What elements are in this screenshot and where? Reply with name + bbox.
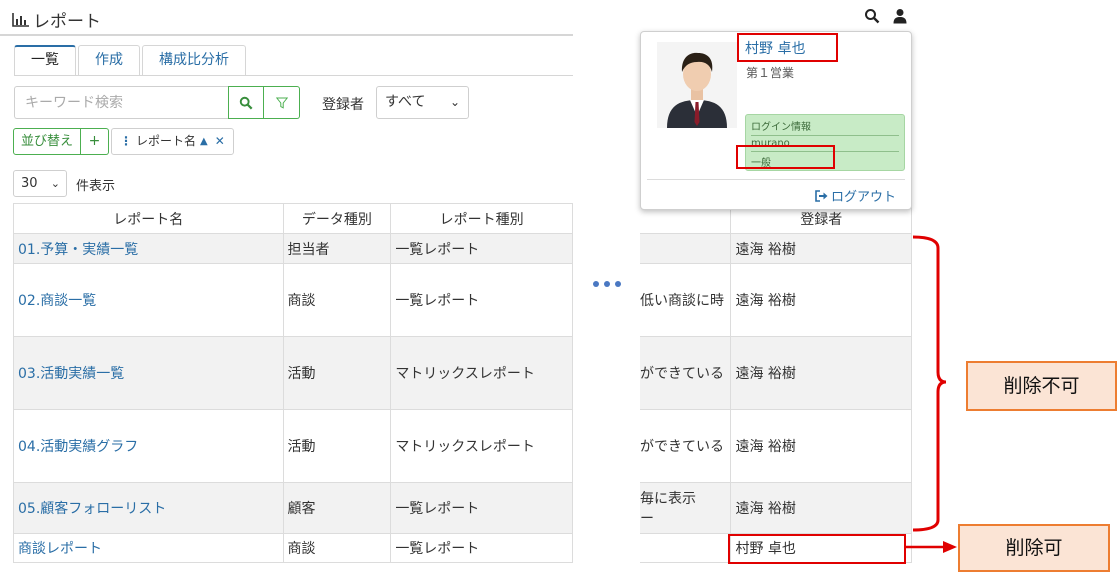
arrow-head-icon	[943, 541, 957, 553]
annotation-overlay	[906, 235, 957, 553]
deletable-callout: 削除可	[958, 524, 1110, 572]
bracket-shape	[912, 235, 947, 532]
not-deletable-callout: 削除不可	[966, 361, 1117, 411]
